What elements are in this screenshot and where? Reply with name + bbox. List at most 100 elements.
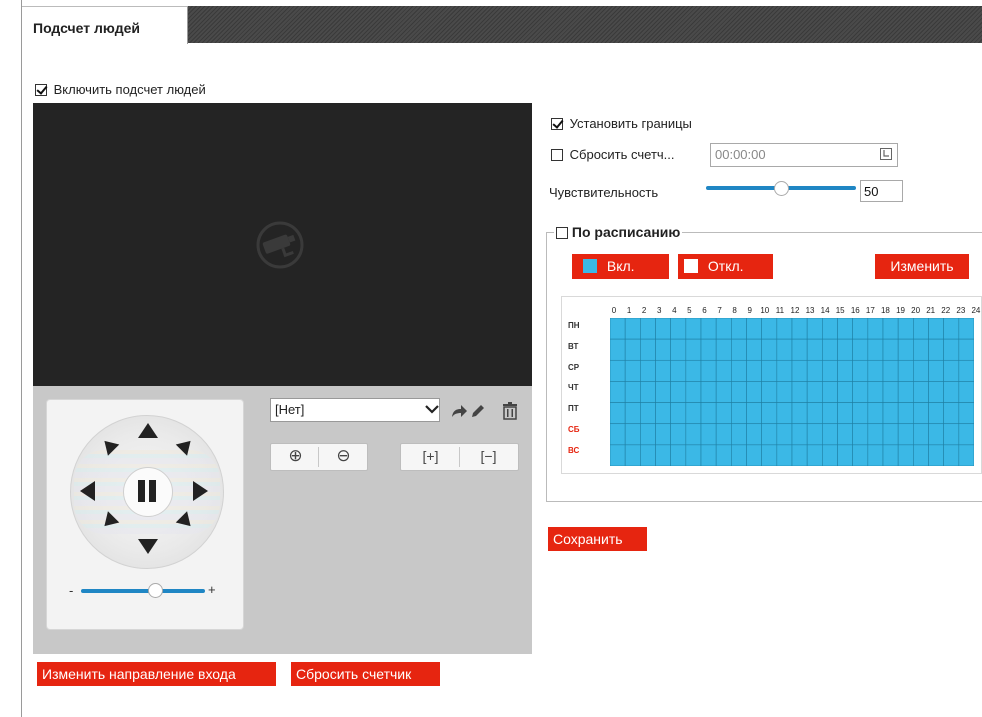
schedule-cell[interactable] — [715, 402, 732, 425]
schedule-cell[interactable] — [655, 359, 671, 382]
schedule-cell[interactable] — [640, 423, 656, 446]
schedule-cell[interactable] — [761, 318, 778, 340]
schedule-cell[interactable] — [928, 402, 944, 425]
schedule-cell[interactable] — [700, 318, 717, 340]
schedule-cell[interactable] — [610, 423, 626, 446]
schedule-cell[interactable] — [610, 359, 626, 382]
ptz-speed-thumb[interactable] — [148, 583, 163, 598]
schedule-cell[interactable] — [852, 381, 869, 403]
schedule-cell[interactable] — [746, 444, 762, 466]
schedule-cell[interactable] — [882, 359, 899, 382]
schedule-cell[interactable] — [882, 423, 899, 446]
schedule-cell[interactable] — [624, 359, 641, 382]
schedule-cell[interactable] — [624, 444, 641, 466]
schedule-cell[interactable] — [913, 381, 929, 403]
preset-select[interactable]: [Нет] — [270, 398, 440, 422]
schedule-cell[interactable] — [837, 318, 853, 340]
pan-left-icon[interactable] — [80, 481, 95, 501]
schedule-cell[interactable] — [610, 318, 626, 340]
schedule-cell[interactable] — [761, 444, 778, 466]
pan-right-icon[interactable] — [193, 481, 208, 501]
schedule-cell[interactable] — [928, 318, 944, 340]
schedule-cell[interactable] — [913, 402, 929, 425]
schedule-cell[interactable] — [655, 338, 671, 361]
schedule-cell[interactable] — [655, 318, 671, 340]
schedule-cell[interactable] — [624, 423, 641, 446]
schedule-cell[interactable] — [806, 423, 823, 446]
schedule-cell[interactable] — [928, 381, 944, 403]
schedule-cell[interactable] — [806, 381, 823, 403]
schedule-cell[interactable] — [806, 318, 823, 340]
schedule-cell[interactable] — [791, 402, 808, 425]
schedule-cell[interactable] — [943, 381, 960, 403]
schedule-cell[interactable] — [731, 318, 747, 340]
schedule-cell[interactable] — [685, 423, 702, 446]
pan-up-icon[interactable] — [138, 423, 158, 438]
schedule-cell[interactable] — [685, 318, 702, 340]
schedule-cell[interactable] — [913, 423, 929, 446]
schedule-cell[interactable] — [715, 444, 732, 466]
focus-near-icon[interactable]: [+] — [406, 443, 455, 471]
schedule-cell[interactable] — [928, 444, 944, 466]
schedule-cell[interactable] — [791, 318, 808, 340]
schedule-cell[interactable] — [913, 359, 929, 382]
schedule-cell[interactable] — [897, 423, 914, 446]
schedule-cell[interactable] — [776, 423, 793, 446]
schedule-cell[interactable] — [670, 444, 687, 466]
schedule-cell[interactable] — [806, 338, 823, 361]
change-entry-direction-button[interactable]: Изменить направление входа — [37, 662, 276, 686]
pan-down-icon[interactable] — [138, 539, 158, 554]
schedule-cell[interactable] — [761, 338, 778, 361]
schedule-cell[interactable] — [958, 402, 974, 425]
schedule-cell[interactable] — [670, 338, 687, 361]
schedule-cell[interactable] — [610, 338, 626, 361]
schedule-cell[interactable] — [776, 444, 793, 466]
schedule-cell[interactable] — [806, 402, 823, 425]
schedule-cell[interactable] — [715, 381, 732, 403]
zoom-in-icon[interactable]: ⊕ — [271, 443, 320, 471]
schedule-cell[interactable] — [867, 359, 884, 382]
schedule-cell[interactable] — [655, 423, 671, 446]
schedule-cell[interactable] — [746, 423, 762, 446]
schedule-cell[interactable] — [943, 318, 960, 340]
reset-counter-button[interactable]: Сбросить счетчик — [291, 662, 440, 686]
delete-preset-icon[interactable] — [502, 402, 518, 420]
schedule-cell[interactable] — [867, 444, 884, 466]
schedule-cell[interactable] — [837, 423, 853, 446]
reset-time-input[interactable]: 00:00:00 — [710, 143, 898, 167]
schedule-cell[interactable] — [685, 359, 702, 382]
schedule-edit-button[interactable]: Изменить — [875, 254, 969, 279]
schedule-cell[interactable] — [822, 444, 838, 466]
schedule-cell[interactable] — [670, 359, 687, 382]
schedule-cell[interactable] — [731, 338, 747, 361]
schedule-cell[interactable] — [882, 402, 899, 425]
schedule-cell[interactable] — [791, 359, 808, 382]
schedule-cell[interactable] — [913, 318, 929, 340]
schedule-cell[interactable] — [822, 338, 838, 361]
schedule-cell[interactable] — [791, 423, 808, 446]
schedule-legend[interactable]: По расписанию — [554, 224, 683, 240]
zoom-out-icon[interactable]: ⊖ — [319, 443, 368, 471]
schedule-cell[interactable] — [776, 402, 793, 425]
schedule-cell[interactable] — [822, 402, 838, 425]
schedule-cell[interactable] — [791, 444, 808, 466]
schedule-cell[interactable] — [655, 402, 671, 425]
schedule-cell[interactable] — [943, 402, 960, 425]
schedule-cell[interactable] — [776, 359, 793, 382]
schedule-cell[interactable] — [928, 359, 944, 382]
schedule-cell[interactable] — [715, 423, 732, 446]
schedule-cell[interactable] — [958, 318, 974, 340]
schedule-cell[interactable] — [610, 444, 626, 466]
enable-counting-row[interactable]: Включить подсчет людей — [35, 82, 206, 97]
schedule-cell[interactable] — [655, 444, 671, 466]
schedule-cell[interactable] — [700, 444, 717, 466]
schedule-cell[interactable] — [943, 423, 960, 446]
schedule-cell[interactable] — [943, 444, 960, 466]
schedule-cell[interactable] — [640, 338, 656, 361]
schedule-cell[interactable] — [837, 338, 853, 361]
schedule-cell[interactable] — [837, 381, 853, 403]
schedule-cell[interactable] — [897, 338, 914, 361]
schedule-cell[interactable] — [867, 381, 884, 403]
schedule-cell[interactable] — [761, 402, 778, 425]
save-button[interactable]: Сохранить — [548, 527, 647, 551]
